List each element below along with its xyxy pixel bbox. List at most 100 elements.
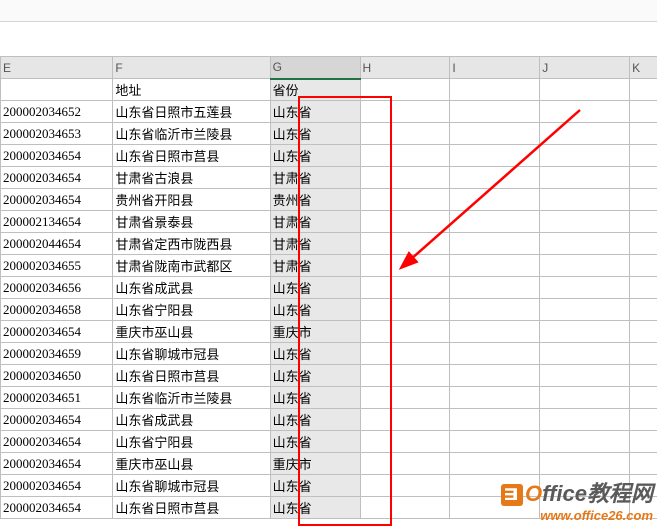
table-row[interactable]: 200002034654山东省日照市莒县山东省: [1, 145, 657, 167]
cell-J[interactable]: [540, 167, 630, 189]
cell-K[interactable]: [630, 431, 657, 453]
cell-G[interactable]: 甘肃省: [270, 255, 360, 277]
cell-F[interactable]: 山东省宁阳县: [113, 299, 270, 321]
cell-E[interactable]: 200002034654: [1, 497, 113, 519]
cell-K[interactable]: [630, 167, 657, 189]
cell-E[interactable]: [1, 79, 113, 101]
cell-F[interactable]: 山东省日照市莒县: [113, 145, 270, 167]
table-row[interactable]: 200002034654贵州省开阳县贵州省: [1, 189, 657, 211]
cell-E[interactable]: 200002034654: [1, 475, 113, 497]
cell-J[interactable]: [540, 255, 630, 277]
cell-J[interactable]: [540, 453, 630, 475]
cell-J[interactable]: [540, 145, 630, 167]
cell-G[interactable]: 山东省: [270, 101, 360, 123]
column-header-J[interactable]: J: [540, 57, 630, 79]
cell-I[interactable]: [450, 277, 540, 299]
cell-K[interactable]: [630, 189, 657, 211]
cell-G[interactable]: 山东省: [270, 123, 360, 145]
cell-F[interactable]: 山东省聊城市冠县: [113, 343, 270, 365]
cell-H[interactable]: [360, 321, 450, 343]
cell-F[interactable]: 山东省临沂市兰陵县: [113, 387, 270, 409]
cell-G[interactable]: 山东省: [270, 497, 360, 519]
header-label-row[interactable]: 地址省份: [1, 79, 657, 101]
cell-I[interactable]: [450, 431, 540, 453]
column-header-I[interactable]: I: [450, 57, 540, 79]
cell-E[interactable]: 200002034654: [1, 189, 113, 211]
cell-F[interactable]: 重庆市巫山县: [113, 453, 270, 475]
cell-H[interactable]: [360, 475, 450, 497]
cell-F[interactable]: 甘肃省陇南市武都区: [113, 255, 270, 277]
cell-K[interactable]: [630, 79, 657, 101]
cell-K[interactable]: [630, 255, 657, 277]
cell-J[interactable]: [540, 343, 630, 365]
cell-K[interactable]: [630, 387, 657, 409]
table-row[interactable]: 200002034655甘肃省陇南市武都区甘肃省: [1, 255, 657, 277]
cell-G[interactable]: 山东省: [270, 409, 360, 431]
cell-E[interactable]: 200002134654: [1, 211, 113, 233]
cell-K[interactable]: [630, 277, 657, 299]
cell-I[interactable]: [450, 123, 540, 145]
cell-E[interactable]: 200002034653: [1, 123, 113, 145]
cell-F[interactable]: 甘肃省古浪县: [113, 167, 270, 189]
table-row[interactable]: 200002034658山东省宁阳县山东省: [1, 299, 657, 321]
cell-J[interactable]: [540, 79, 630, 101]
cell-G[interactable]: 重庆市: [270, 321, 360, 343]
cell-F[interactable]: 山东省日照市五莲县: [113, 101, 270, 123]
cell-H[interactable]: [360, 453, 450, 475]
cell-K[interactable]: [630, 123, 657, 145]
cell-G[interactable]: 山东省: [270, 431, 360, 453]
cell-H[interactable]: [360, 299, 450, 321]
table-row[interactable]: 200002034650山东省日照市莒县山东省: [1, 365, 657, 387]
cell-G[interactable]: 山东省: [270, 145, 360, 167]
table-row[interactable]: 200002034654重庆市巫山县重庆市: [1, 321, 657, 343]
cell-F[interactable]: 山东省临沂市兰陵县: [113, 123, 270, 145]
cell-H[interactable]: [360, 145, 450, 167]
cell-G[interactable]: 重庆市: [270, 453, 360, 475]
cell-J[interactable]: [540, 123, 630, 145]
cell-H[interactable]: [360, 431, 450, 453]
cell-I[interactable]: [450, 255, 540, 277]
cell-I[interactable]: [450, 409, 540, 431]
cell-K[interactable]: [630, 409, 657, 431]
cell-F[interactable]: 山东省日照市莒县: [113, 365, 270, 387]
cell-H[interactable]: [360, 409, 450, 431]
table-row[interactable]: 200002034653山东省临沂市兰陵县山东省: [1, 123, 657, 145]
cell-J[interactable]: [540, 101, 630, 123]
cell-I[interactable]: [450, 167, 540, 189]
cell-K[interactable]: [630, 365, 657, 387]
cell-E[interactable]: 200002034654: [1, 145, 113, 167]
cell-I[interactable]: [450, 321, 540, 343]
table-row[interactable]: 200002044654甘肃省定西市陇西县甘肃省: [1, 233, 657, 255]
column-header-E[interactable]: E: [1, 57, 113, 79]
cell-H[interactable]: [360, 387, 450, 409]
cell-K[interactable]: [630, 299, 657, 321]
cell-G[interactable]: 山东省: [270, 299, 360, 321]
table-row[interactable]: 200002034654甘肃省古浪县甘肃省: [1, 167, 657, 189]
cell-J[interactable]: [540, 299, 630, 321]
table-row[interactable]: 200002034651山东省临沂市兰陵县山东省: [1, 387, 657, 409]
cell-J[interactable]: [540, 233, 630, 255]
cell-E[interactable]: 200002034654: [1, 321, 113, 343]
table-row[interactable]: 200002034656山东省成武县山东省: [1, 277, 657, 299]
cell-I[interactable]: [450, 145, 540, 167]
cell-E[interactable]: 200002034652: [1, 101, 113, 123]
cell-F[interactable]: 山东省成武县: [113, 409, 270, 431]
table-row[interactable]: 200002034652山东省日照市五莲县山东省: [1, 101, 657, 123]
cell-I[interactable]: [450, 189, 540, 211]
cell-G[interactable]: 山东省: [270, 277, 360, 299]
cell-I[interactable]: [450, 343, 540, 365]
cell-G[interactable]: 贵州省: [270, 189, 360, 211]
cell-H[interactable]: [360, 343, 450, 365]
cell-F[interactable]: 山东省聊城市冠县: [113, 475, 270, 497]
table-row[interactable]: 200002034654重庆市巫山县重庆市: [1, 453, 657, 475]
cell-K[interactable]: [630, 145, 657, 167]
cell-H[interactable]: [360, 167, 450, 189]
cell-J[interactable]: [540, 211, 630, 233]
cell-K[interactable]: [630, 211, 657, 233]
cell-J[interactable]: [540, 277, 630, 299]
cell-F[interactable]: 重庆市巫山县: [113, 321, 270, 343]
cell-G[interactable]: 甘肃省: [270, 211, 360, 233]
column-header-F[interactable]: F: [113, 57, 270, 79]
cell-G[interactable]: 山东省: [270, 343, 360, 365]
cell-G[interactable]: 省份: [270, 79, 360, 101]
